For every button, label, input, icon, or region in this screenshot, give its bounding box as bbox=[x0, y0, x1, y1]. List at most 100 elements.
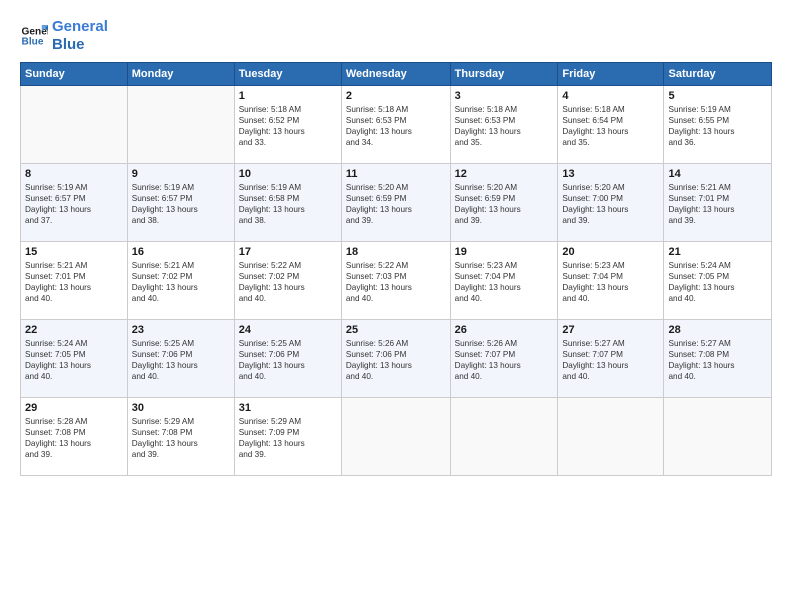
calendar-cell: 10 Sunrise: 5:19 AM Sunset: 6:58 PM Dayl… bbox=[234, 164, 341, 242]
day-info: Sunrise: 5:26 AM Sunset: 7:06 PM Dayligh… bbox=[346, 338, 446, 382]
day-number: 30 bbox=[132, 402, 230, 414]
day-info: Sunrise: 5:18 AM Sunset: 6:53 PM Dayligh… bbox=[346, 104, 446, 148]
day-number: 3 bbox=[455, 90, 554, 102]
calendar-cell: 16 Sunrise: 5:21 AM Sunset: 7:02 PM Dayl… bbox=[127, 242, 234, 320]
calendar-table: SundayMondayTuesdayWednesdayThursdayFrid… bbox=[20, 62, 772, 476]
day-info: Sunrise: 5:29 AM Sunset: 7:08 PM Dayligh… bbox=[132, 416, 230, 460]
day-info: Sunrise: 5:27 AM Sunset: 7:08 PM Dayligh… bbox=[668, 338, 767, 382]
day-number: 20 bbox=[562, 246, 659, 258]
calendar-cell: 12 Sunrise: 5:20 AM Sunset: 6:59 PM Dayl… bbox=[450, 164, 558, 242]
calendar-cell: 31 Sunrise: 5:29 AM Sunset: 7:09 PM Dayl… bbox=[234, 398, 341, 476]
calendar-cell: 5 Sunrise: 5:19 AM Sunset: 6:55 PM Dayli… bbox=[664, 86, 772, 164]
calendar-cell bbox=[21, 86, 128, 164]
day-info: Sunrise: 5:29 AM Sunset: 7:09 PM Dayligh… bbox=[239, 416, 337, 460]
day-number: 19 bbox=[455, 246, 554, 258]
calendar-cell: 23 Sunrise: 5:25 AM Sunset: 7:06 PM Dayl… bbox=[127, 320, 234, 398]
calendar-cell: 26 Sunrise: 5:26 AM Sunset: 7:07 PM Dayl… bbox=[450, 320, 558, 398]
day-info: Sunrise: 5:19 AM Sunset: 6:57 PM Dayligh… bbox=[25, 182, 123, 226]
calendar-cell: 29 Sunrise: 5:28 AM Sunset: 7:08 PM Dayl… bbox=[21, 398, 128, 476]
day-info: Sunrise: 5:19 AM Sunset: 6:58 PM Dayligh… bbox=[239, 182, 337, 226]
day-info: Sunrise: 5:26 AM Sunset: 7:07 PM Dayligh… bbox=[455, 338, 554, 382]
day-number: 8 bbox=[25, 168, 123, 180]
calendar-cell: 20 Sunrise: 5:23 AM Sunset: 7:04 PM Dayl… bbox=[558, 242, 664, 320]
calendar-cell bbox=[127, 86, 234, 164]
logo-text: GeneralBlue bbox=[52, 18, 108, 54]
page-header: General Blue GeneralBlue bbox=[20, 18, 772, 54]
col-header-friday: Friday bbox=[558, 63, 664, 86]
day-number: 4 bbox=[562, 90, 659, 102]
col-header-saturday: Saturday bbox=[664, 63, 772, 86]
col-header-wednesday: Wednesday bbox=[341, 63, 450, 86]
day-info: Sunrise: 5:21 AM Sunset: 7:02 PM Dayligh… bbox=[132, 260, 230, 304]
day-number: 21 bbox=[668, 246, 767, 258]
calendar-cell bbox=[558, 398, 664, 476]
day-info: Sunrise: 5:18 AM Sunset: 6:54 PM Dayligh… bbox=[562, 104, 659, 148]
calendar-cell: 11 Sunrise: 5:20 AM Sunset: 6:59 PM Dayl… bbox=[341, 164, 450, 242]
calendar-cell: 15 Sunrise: 5:21 AM Sunset: 7:01 PM Dayl… bbox=[21, 242, 128, 320]
calendar-cell: 8 Sunrise: 5:19 AM Sunset: 6:57 PM Dayli… bbox=[21, 164, 128, 242]
day-info: Sunrise: 5:20 AM Sunset: 6:59 PM Dayligh… bbox=[455, 182, 554, 226]
calendar-cell: 13 Sunrise: 5:20 AM Sunset: 7:00 PM Dayl… bbox=[558, 164, 664, 242]
day-number: 23 bbox=[132, 324, 230, 336]
day-info: Sunrise: 5:21 AM Sunset: 7:01 PM Dayligh… bbox=[668, 182, 767, 226]
calendar-cell: 1 Sunrise: 5:18 AM Sunset: 6:52 PM Dayli… bbox=[234, 86, 341, 164]
calendar-cell bbox=[341, 398, 450, 476]
day-info: Sunrise: 5:21 AM Sunset: 7:01 PM Dayligh… bbox=[25, 260, 123, 304]
day-info: Sunrise: 5:18 AM Sunset: 6:52 PM Dayligh… bbox=[239, 104, 337, 148]
day-number: 13 bbox=[562, 168, 659, 180]
day-number: 24 bbox=[239, 324, 337, 336]
day-info: Sunrise: 5:18 AM Sunset: 6:53 PM Dayligh… bbox=[455, 104, 554, 148]
calendar-cell: 21 Sunrise: 5:24 AM Sunset: 7:05 PM Dayl… bbox=[664, 242, 772, 320]
calendar-cell: 14 Sunrise: 5:21 AM Sunset: 7:01 PM Dayl… bbox=[664, 164, 772, 242]
calendar-cell: 24 Sunrise: 5:25 AM Sunset: 7:06 PM Dayl… bbox=[234, 320, 341, 398]
day-info: Sunrise: 5:23 AM Sunset: 7:04 PM Dayligh… bbox=[455, 260, 554, 304]
day-number: 22 bbox=[25, 324, 123, 336]
logo: General Blue GeneralBlue bbox=[20, 18, 108, 54]
day-info: Sunrise: 5:20 AM Sunset: 6:59 PM Dayligh… bbox=[346, 182, 446, 226]
col-header-tuesday: Tuesday bbox=[234, 63, 341, 86]
day-number: 17 bbox=[239, 246, 337, 258]
day-number: 26 bbox=[455, 324, 554, 336]
col-header-sunday: Sunday bbox=[21, 63, 128, 86]
day-info: Sunrise: 5:19 AM Sunset: 6:55 PM Dayligh… bbox=[668, 104, 767, 148]
day-number: 15 bbox=[25, 246, 123, 258]
calendar-cell: 25 Sunrise: 5:26 AM Sunset: 7:06 PM Dayl… bbox=[341, 320, 450, 398]
day-info: Sunrise: 5:22 AM Sunset: 7:03 PM Dayligh… bbox=[346, 260, 446, 304]
calendar-cell: 22 Sunrise: 5:24 AM Sunset: 7:05 PM Dayl… bbox=[21, 320, 128, 398]
day-info: Sunrise: 5:28 AM Sunset: 7:08 PM Dayligh… bbox=[25, 416, 123, 460]
day-number: 29 bbox=[25, 402, 123, 414]
calendar-cell: 17 Sunrise: 5:22 AM Sunset: 7:02 PM Dayl… bbox=[234, 242, 341, 320]
col-header-monday: Monday bbox=[127, 63, 234, 86]
day-info: Sunrise: 5:20 AM Sunset: 7:00 PM Dayligh… bbox=[562, 182, 659, 226]
day-info: Sunrise: 5:27 AM Sunset: 7:07 PM Dayligh… bbox=[562, 338, 659, 382]
day-number: 2 bbox=[346, 90, 446, 102]
day-number: 16 bbox=[132, 246, 230, 258]
calendar-cell: 4 Sunrise: 5:18 AM Sunset: 6:54 PM Dayli… bbox=[558, 86, 664, 164]
day-number: 1 bbox=[239, 90, 337, 102]
day-number: 5 bbox=[668, 90, 767, 102]
calendar-cell bbox=[450, 398, 558, 476]
day-info: Sunrise: 5:24 AM Sunset: 7:05 PM Dayligh… bbox=[25, 338, 123, 382]
day-number: 31 bbox=[239, 402, 337, 414]
calendar-cell: 9 Sunrise: 5:19 AM Sunset: 6:57 PM Dayli… bbox=[127, 164, 234, 242]
calendar-cell: 18 Sunrise: 5:22 AM Sunset: 7:03 PM Dayl… bbox=[341, 242, 450, 320]
day-info: Sunrise: 5:25 AM Sunset: 7:06 PM Dayligh… bbox=[132, 338, 230, 382]
calendar-cell: 28 Sunrise: 5:27 AM Sunset: 7:08 PM Dayl… bbox=[664, 320, 772, 398]
day-info: Sunrise: 5:19 AM Sunset: 6:57 PM Dayligh… bbox=[132, 182, 230, 226]
logo-icon: General Blue bbox=[20, 22, 48, 50]
day-number: 18 bbox=[346, 246, 446, 258]
day-number: 9 bbox=[132, 168, 230, 180]
day-number: 10 bbox=[239, 168, 337, 180]
calendar-cell bbox=[664, 398, 772, 476]
day-info: Sunrise: 5:25 AM Sunset: 7:06 PM Dayligh… bbox=[239, 338, 337, 382]
calendar-cell: 27 Sunrise: 5:27 AM Sunset: 7:07 PM Dayl… bbox=[558, 320, 664, 398]
day-info: Sunrise: 5:24 AM Sunset: 7:05 PM Dayligh… bbox=[668, 260, 767, 304]
calendar-cell: 2 Sunrise: 5:18 AM Sunset: 6:53 PM Dayli… bbox=[341, 86, 450, 164]
col-header-thursday: Thursday bbox=[450, 63, 558, 86]
day-number: 25 bbox=[346, 324, 446, 336]
calendar-cell: 3 Sunrise: 5:18 AM Sunset: 6:53 PM Dayli… bbox=[450, 86, 558, 164]
day-number: 12 bbox=[455, 168, 554, 180]
calendar-cell: 19 Sunrise: 5:23 AM Sunset: 7:04 PM Dayl… bbox=[450, 242, 558, 320]
day-number: 14 bbox=[668, 168, 767, 180]
svg-text:Blue: Blue bbox=[22, 37, 44, 48]
